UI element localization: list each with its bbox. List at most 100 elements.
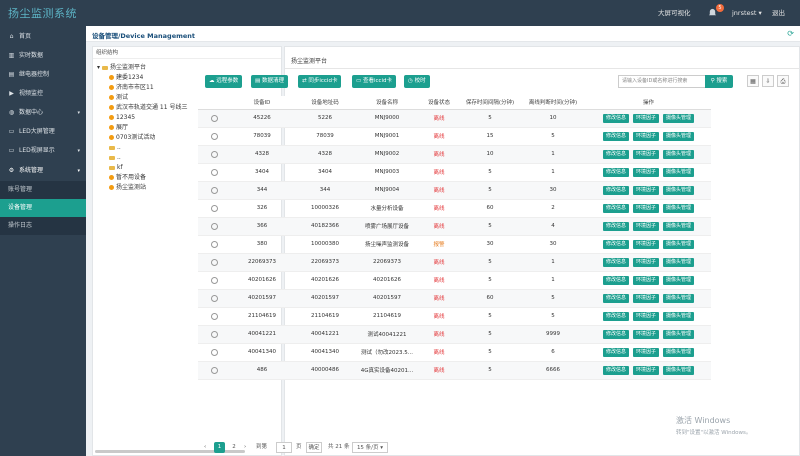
row-radio[interactable] <box>210 348 218 356</box>
edit-info-button[interactable]: 修改信息 <box>602 311 629 321</box>
env-factor-button[interactable]: 环境因子 <box>632 167 659 177</box>
sidebar-item-logs[interactable]: 操作日志 <box>0 217 86 235</box>
table-row[interactable]: 78039 78039 MNJ9001 离线 15 5 修改信息 环境因子 摄像头管理 <box>198 127 711 146</box>
camera-manage-button[interactable]: 摄像头管理 <box>663 167 695 177</box>
view-iccid-button[interactable]: ▭ 查看iccid卡 <box>352 75 397 88</box>
big-screen-link[interactable]: 大屏可视化 <box>658 0 691 26</box>
edit-info-button[interactable]: 修改信息 <box>602 221 629 231</box>
col-status[interactable]: 设备状态 <box>418 96 460 110</box>
sidebar-item-home[interactable]: ⌂ 首页 <box>0 28 86 46</box>
col-address[interactable]: 设备地址码 <box>294 96 356 110</box>
env-factor-button[interactable]: 环境因子 <box>632 257 659 267</box>
row-radio[interactable] <box>210 204 218 212</box>
row-radio[interactable] <box>210 168 218 176</box>
camera-manage-button[interactable]: 摄像头管理 <box>663 365 695 375</box>
camera-manage-button[interactable]: 摄像头管理 <box>663 149 695 159</box>
env-factor-button[interactable]: 环境因子 <box>632 149 659 159</box>
sidebar-item-system[interactable]: ⚙ 系统管理 ▾ <box>0 162 86 180</box>
row-radio[interactable] <box>210 276 218 284</box>
logout-button[interactable]: 退出 <box>772 0 785 26</box>
edit-info-button[interactable]: 修改信息 <box>602 185 629 195</box>
table-row[interactable]: 486 40000486 4G真实设备40201... 离线 5 6666 修改信息 环境因子… <box>198 361 711 380</box>
row-radio[interactable] <box>210 240 218 248</box>
table-row[interactable]: 380 10000380 扬尘噪声监测设备 报警 30 30 修改信息 环境因子 摄像头管理 <box>198 235 711 254</box>
camera-manage-button[interactable]: 摄像头管理 <box>663 203 695 213</box>
edit-info-button[interactable]: 修改信息 <box>602 365 629 375</box>
col-device-id[interactable]: 设备ID <box>230 96 294 110</box>
sidebar-item-data-center[interactable]: ◍ 数据中心 ▾ <box>0 104 86 122</box>
row-radio[interactable] <box>210 114 218 122</box>
sidebar-item-video[interactable]: ▶ 视频监控 <box>0 85 86 103</box>
env-factor-button[interactable]: 环境因子 <box>632 365 659 375</box>
col-save-interval[interactable]: 保存时间间隔(分钟) <box>460 96 520 110</box>
col-offline-time[interactable]: 离线判断时间(分钟) <box>520 96 586 110</box>
row-radio[interactable] <box>210 312 218 320</box>
row-radio[interactable] <box>210 132 218 140</box>
camera-manage-button[interactable]: 摄像头管理 <box>663 293 695 303</box>
env-factor-button[interactable]: 环境因子 <box>632 203 659 213</box>
edit-info-button[interactable]: 修改信息 <box>602 167 629 177</box>
edit-info-button[interactable]: 修改信息 <box>602 149 629 159</box>
tree-node[interactable]: 扬尘监测站 <box>109 183 146 192</box>
camera-manage-button[interactable]: 摄像头管理 <box>663 221 695 231</box>
camera-manage-button[interactable]: 摄像头管理 <box>663 275 695 285</box>
tree-node[interactable]: kf <box>109 163 123 172</box>
row-radio[interactable] <box>210 294 218 302</box>
tree-node[interactable]: .. <box>109 153 121 162</box>
tree-node[interactable]: 济南市市区11 <box>109 83 154 92</box>
search-button[interactable]: ⚲ 搜索 <box>705 75 733 88</box>
tree-node[interactable]: .. <box>109 143 121 152</box>
edit-info-button[interactable]: 修改信息 <box>602 203 629 213</box>
tree-node[interactable]: 12345 <box>109 113 135 122</box>
export-icon[interactable]: ⇩ <box>762 75 774 87</box>
camera-manage-button[interactable]: 摄像头管理 <box>663 131 695 141</box>
remote-params-button[interactable]: ☁ 远程参数 <box>205 75 243 88</box>
refresh-icon[interactable]: ⟳ <box>787 29 794 38</box>
env-factor-button[interactable]: 环境因子 <box>632 131 659 141</box>
env-factor-button[interactable]: 环境因子 <box>632 347 659 357</box>
page-2[interactable]: 2 <box>230 442 238 453</box>
prev-page-icon[interactable]: ‹ <box>204 442 206 453</box>
row-radio[interactable] <box>210 222 218 230</box>
env-factor-button[interactable]: 环境因子 <box>632 113 659 123</box>
sidebar-item-led-screen[interactable]: ▭ LED大屏管理 <box>0 123 86 141</box>
table-row[interactable]: 344 344 MNJ9004 离线 5 30 修改信息 环境因子 摄像头管理 <box>198 181 711 200</box>
table-row[interactable]: 40201626 40201626 40201626 离线 5 1 修改信息 环境因子 摄像头管… <box>198 271 711 290</box>
env-factor-button[interactable]: 环境因子 <box>632 293 659 303</box>
row-radio[interactable] <box>210 150 218 158</box>
env-factor-button[interactable]: 环境因子 <box>632 185 659 195</box>
camera-manage-button[interactable]: 摄像头管理 <box>663 329 695 339</box>
table-row[interactable]: 40041340 40041340 测试（勿改2023.5... 离线 5 6 修改信息 环境… <box>198 343 711 362</box>
edit-info-button[interactable]: 修改信息 <box>602 293 629 303</box>
next-page-icon[interactable]: › <box>244 442 246 453</box>
sidebar-item-realtime[interactable]: ▥ 实时数据 <box>0 47 86 65</box>
edit-info-button[interactable]: 修改信息 <box>602 113 629 123</box>
sidebar-item-devices[interactable]: 设备管理 <box>0 199 86 217</box>
print-icon[interactable]: ⎙ <box>777 75 789 87</box>
goto-input[interactable]: 1 <box>276 442 292 453</box>
row-radio[interactable] <box>210 258 218 266</box>
camera-manage-button[interactable]: 摄像头管理 <box>663 113 695 123</box>
page-1[interactable]: 1 <box>214 442 225 453</box>
user-menu[interactable]: jnrstest ▾ <box>732 0 762 26</box>
tree-node[interactable]: 展厅 <box>109 123 128 132</box>
columns-icon[interactable]: ▦ <box>747 75 759 87</box>
row-radio[interactable] <box>210 330 218 338</box>
data-clean-button[interactable]: ▤ 数据清理 <box>251 75 288 88</box>
table-row[interactable]: 326 10000326 水量分析设备 离线 60 2 修改信息 环境因子 摄像头管理 <box>198 199 711 218</box>
table-row[interactable]: 3404 3404 MNJ9003 离线 5 1 修改信息 环境因子 摄像头管理 <box>198 163 711 182</box>
search-input[interactable]: 请输入设备ID或名称进行搜索 <box>618 75 706 88</box>
table-row[interactable]: 366 40182366 喷雾广场展厅设备 离线 5 4 修改信息 环境因子 摄像头管理 <box>198 217 711 236</box>
table-row[interactable]: 4328 4328 MNJ9002 离线 10 1 修改信息 环境因子 摄像头管理 <box>198 145 711 164</box>
env-factor-button[interactable]: 环境因子 <box>632 311 659 321</box>
sync-iccid-button[interactable]: ⇄ 同步iccid卡 <box>298 75 342 88</box>
edit-info-button[interactable]: 修改信息 <box>602 347 629 357</box>
table-row[interactable]: 21104619 21104619 21104619 离线 5 5 修改信息 环境因子 摄像头管… <box>198 307 711 326</box>
camera-manage-button[interactable]: 摄像头管理 <box>663 311 695 321</box>
edit-info-button[interactable]: 修改信息 <box>602 239 629 249</box>
camera-manage-button[interactable]: 摄像头管理 <box>663 239 695 249</box>
row-radio[interactable] <box>210 366 218 374</box>
edit-info-button[interactable]: 修改信息 <box>602 257 629 267</box>
tree-node[interactable]: ▾ 扬尘监测平台 <box>97 63 146 72</box>
env-factor-button[interactable]: 环境因子 <box>632 239 659 249</box>
